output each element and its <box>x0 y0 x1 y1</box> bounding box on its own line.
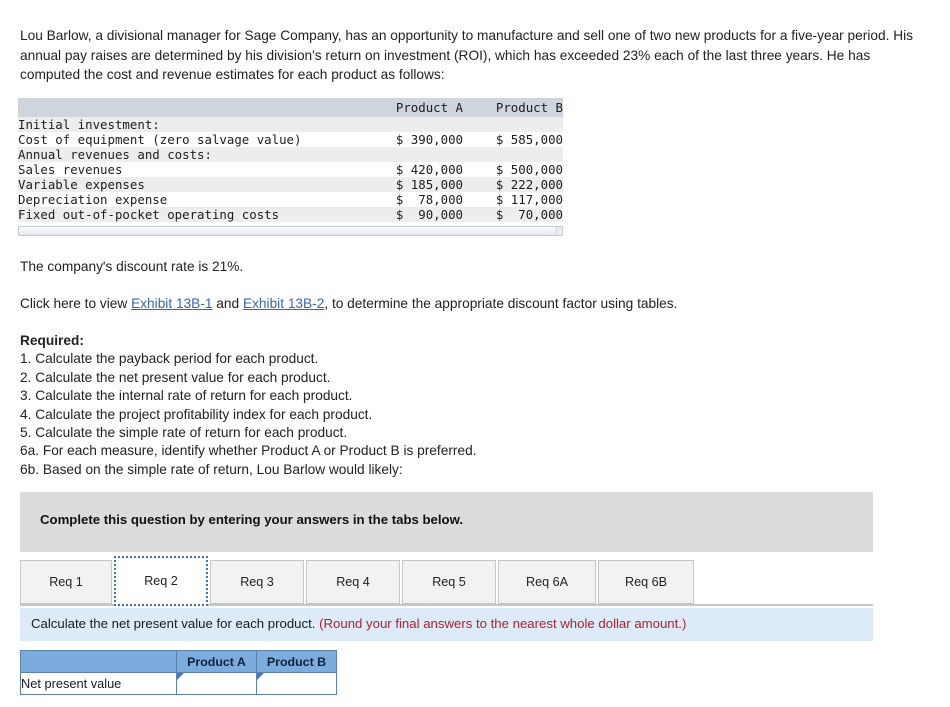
data-row-label: Cost of equipment (zero salvage value) <box>18 132 302 147</box>
data-table-header-row: Product A Product B <box>18 98 563 117</box>
question-instruction-text: Calculate the net present value for each… <box>31 616 686 631</box>
complete-question-banner-text: Complete this question by entering your … <box>40 512 464 527</box>
table-row: Net present value <box>20 672 337 695</box>
required-item-3: 3. Calculate the internal rate of return… <box>20 388 353 404</box>
tab-req-5[interactable]: Req 5 <box>402 560 496 604</box>
required-item-1: 1. Calculate the payback period for each… <box>20 351 319 367</box>
rounding-note-text: (Round your final answers to the nearest… <box>319 616 687 631</box>
data-row-label: Depreciation expense <box>18 192 168 207</box>
answer-cell-product-a[interactable] <box>176 672 257 695</box>
data-table-header-product-a: Product A <box>395 100 463 115</box>
data-row-value-product-a: $ 390,000 <box>395 132 463 147</box>
data-row-value-product-a: $ 78,000 <box>395 192 463 207</box>
tab-label: Req 6A <box>525 575 568 589</box>
required-item-5: 5. Calculate the simple rate of return f… <box>20 425 348 441</box>
answer-cell-product-b[interactable] <box>256 672 337 695</box>
data-table-header-blank <box>18 98 355 117</box>
data-row-label: Initial investment: <box>18 117 160 132</box>
question-prompt-text: Calculate the net present value for each… <box>31 616 320 631</box>
tab-req-3[interactable]: Req 3 <box>210 560 304 604</box>
answer-table-corner-cell <box>20 650 177 673</box>
discount-rate-line: The company's discount rate is 21%. <box>20 259 244 274</box>
data-row-label: Variable expenses <box>18 177 145 192</box>
data-row-value-product-b: $ 117,000 <box>495 192 563 207</box>
required-items-list: 1. Calculate the payback period for each… <box>20 350 476 479</box>
answer-entry-area: Product A Product B Net present value <box>20 650 337 695</box>
data-row-value-product-b: $ 585,000 <box>495 132 563 147</box>
required-heading: Required: <box>20 333 84 348</box>
cell-corner-marker-icon <box>257 673 264 680</box>
answer-row-label-net-present-value: Net present value <box>20 672 177 695</box>
data-row-label: Fixed out-of-pocket operating costs <box>18 207 280 222</box>
answer-table-header-row: Product A Product B <box>20 650 337 673</box>
tab-label: Req 5 <box>432 575 466 589</box>
required-item-2: 2. Calculate the net present value for e… <box>20 369 331 385</box>
data-row-label: Annual revenues and costs: <box>18 147 212 162</box>
requirement-tabs: Req 1 Req 2 Req 3 Req 4 Req 5 Req 6A Req 6B <box>20 556 873 606</box>
exhibit-13b-1-link[interactable]: Exhibit 13B-1 <box>131 296 212 311</box>
data-table-body: Initial investment: Cost of equipment (ze… <box>18 117 563 222</box>
cell-corner-marker-icon <box>177 673 184 680</box>
tab-label: Req 3 <box>240 575 274 589</box>
data-row-value-product-a: $ 420,000 <box>395 162 463 177</box>
table-row: Initial investment: <box>18 117 563 132</box>
tab-label: Req 1 <box>49 575 83 589</box>
table-row: Variable expenses $ 185,000 $ 222,000 <box>18 177 563 192</box>
required-item-7: 6b. Based on the simple rate of return, … <box>20 461 403 477</box>
exhibit-conjunction-text: and <box>212 296 243 311</box>
scrollbar-thumb[interactable] <box>19 227 557 235</box>
table-row: Fixed out-of-pocket operating costs $ 90,… <box>18 207 563 222</box>
tab-req-4[interactable]: Req 4 <box>306 560 400 604</box>
data-row-value-product-a: $ 185,000 <box>395 177 463 192</box>
tab-label: Req 2 <box>144 574 178 588</box>
data-table-horizontal-scrollbar[interactable] <box>18 226 563 236</box>
exhibit-prefix-text: Click here to view <box>20 296 132 311</box>
answer-table: Product A Product B Net present value <box>20 650 337 695</box>
table-row: Cost of equipment (zero salvage value) $ … <box>18 132 563 147</box>
tab-label: Req 6B <box>624 575 667 589</box>
data-row-value-product-b: $ 70,000 <box>495 207 563 222</box>
table-row: Annual revenues and costs: <box>18 147 563 162</box>
data-table: Product A Product B Initial investment: C… <box>18 98 563 222</box>
question-instruction-bar: Calculate the net present value for each… <box>20 608 873 641</box>
cost-revenue-estimates-table: Product A Product B Initial investment: C… <box>18 98 563 222</box>
required-section: Required: 1. Calculate the payback perio… <box>20 332 476 479</box>
tab-label: Req 4 <box>336 575 370 589</box>
complete-question-banner: Complete this question by entering your … <box>20 492 873 552</box>
data-row-value-product-b <box>463 117 563 132</box>
required-item-6: 6a. For each measure, identify whether P… <box>20 443 477 459</box>
exhibit-suffix-text: , to determine the appropriate discount … <box>324 296 678 311</box>
data-row-value-product-b <box>463 147 563 162</box>
answer-table-body: Net present value <box>20 672 337 695</box>
tab-req-6b[interactable]: Req 6B <box>598 560 694 604</box>
exhibit-13b-2-link[interactable]: Exhibit 13B-2 <box>243 296 324 311</box>
data-row-label: Sales revenues <box>18 162 123 177</box>
net-present-value-product-a-input[interactable] <box>177 673 256 694</box>
tab-req-1[interactable]: Req 1 <box>20 560 112 604</box>
problem-intro-paragraph: Lou Barlow, a divisional manager for Sag… <box>20 28 913 82</box>
data-row-value-product-a <box>355 117 463 132</box>
answer-table-head: Product A Product B <box>20 650 337 673</box>
answer-table-header-product-a: Product A <box>176 650 257 673</box>
required-item-4: 4. Calculate the project profitability i… <box>20 406 373 422</box>
table-row: Depreciation expense $ 78,000 $ 117,000 <box>18 192 563 207</box>
exhibit-links-line: Click here to view Exhibit 13B-1 and Exh… <box>20 296 677 311</box>
data-row-value-product-b: $ 222,000 <box>495 177 563 192</box>
net-present-value-product-b-input[interactable] <box>257 673 336 694</box>
answer-table-header-product-b: Product B <box>256 650 337 673</box>
tab-req-6a[interactable]: Req 6A <box>498 560 596 604</box>
data-row-value-product-b: $ 500,000 <box>495 162 563 177</box>
data-table-header-product-b: Product B <box>495 100 563 115</box>
tab-req-2[interactable]: Req 2 <box>114 556 208 606</box>
data-row-value-product-a: $ 90,000 <box>395 207 463 222</box>
table-row: Sales revenues $ 420,000 $ 500,000 <box>18 162 563 177</box>
data-table-head: Product A Product B <box>18 98 563 117</box>
data-row-value-product-a <box>355 147 463 162</box>
